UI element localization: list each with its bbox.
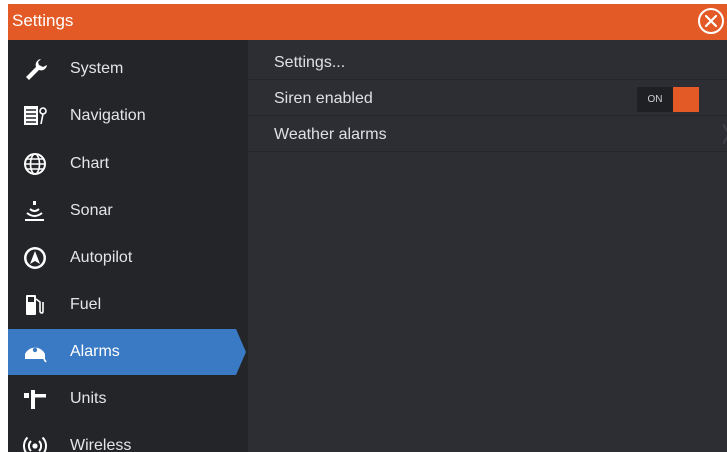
units-icon: [23, 387, 49, 411]
navigation-icon: [23, 104, 49, 128]
weather-alarms-row[interactable]: Weather alarms: [248, 116, 727, 152]
siren-toggle[interactable]: ON: [637, 87, 699, 112]
close-icon: [705, 15, 717, 27]
globe-icon: [23, 152, 49, 176]
autopilot-icon: [23, 246, 49, 270]
sidebar-item-label: Chart: [70, 155, 110, 172]
sidebar-item-label: Autopilot: [70, 249, 133, 266]
sidebar-item-navigation[interactable]: Navigation: [8, 93, 248, 139]
close-button[interactable]: [698, 8, 724, 34]
row-label: Siren enabled: [274, 90, 373, 107]
sidebar-item-fuel[interactable]: Fuel: [8, 282, 248, 328]
sidebar-item-label: System: [70, 60, 124, 77]
sidebar-item-label: Wireless: [70, 437, 132, 452]
alarm-icon: [23, 340, 49, 364]
settings-window: Settings System Navigation Chart Sonar A…: [8, 4, 727, 452]
siren-enabled-row[interactable]: Siren enabled ON: [248, 80, 727, 116]
settings-sidebar: System Navigation Chart Sonar Autopilot …: [8, 40, 248, 452]
settings-content: Settings... Siren enabled ON Weather ala…: [248, 40, 727, 452]
chevron-right-icon: [723, 124, 727, 144]
sidebar-item-label: Units: [70, 390, 107, 407]
sidebar-item-sonar[interactable]: Sonar: [8, 188, 248, 234]
sidebar-item-wireless[interactable]: Wireless: [8, 423, 248, 452]
wrench-icon: [23, 57, 49, 81]
sonar-icon: [23, 199, 49, 223]
sidebar-item-label: Fuel: [70, 296, 102, 313]
sidebar-item-chart[interactable]: Chart: [8, 141, 248, 187]
sidebar-item-system[interactable]: System: [8, 46, 248, 92]
fuel-pump-icon: [23, 293, 49, 317]
sidebar-item-autopilot[interactable]: Autopilot: [8, 235, 248, 281]
sidebar-item-alarms[interactable]: Alarms: [8, 329, 246, 375]
title-bar: Settings: [8, 4, 727, 40]
window-title: Settings: [12, 11, 74, 30]
sidebar-item-label: Alarms: [70, 343, 120, 360]
wireless-icon: [23, 434, 49, 452]
settings-link-row[interactable]: Settings...: [248, 44, 727, 80]
sidebar-item-label: Sonar: [70, 202, 113, 219]
row-label: Weather alarms: [274, 126, 387, 143]
toggle-state-label: ON: [637, 87, 673, 112]
toggle-knob: [673, 87, 699, 112]
sidebar-item-units[interactable]: Units: [8, 376, 248, 422]
row-label: Settings...: [274, 54, 346, 71]
sidebar-item-label: Navigation: [70, 107, 146, 124]
